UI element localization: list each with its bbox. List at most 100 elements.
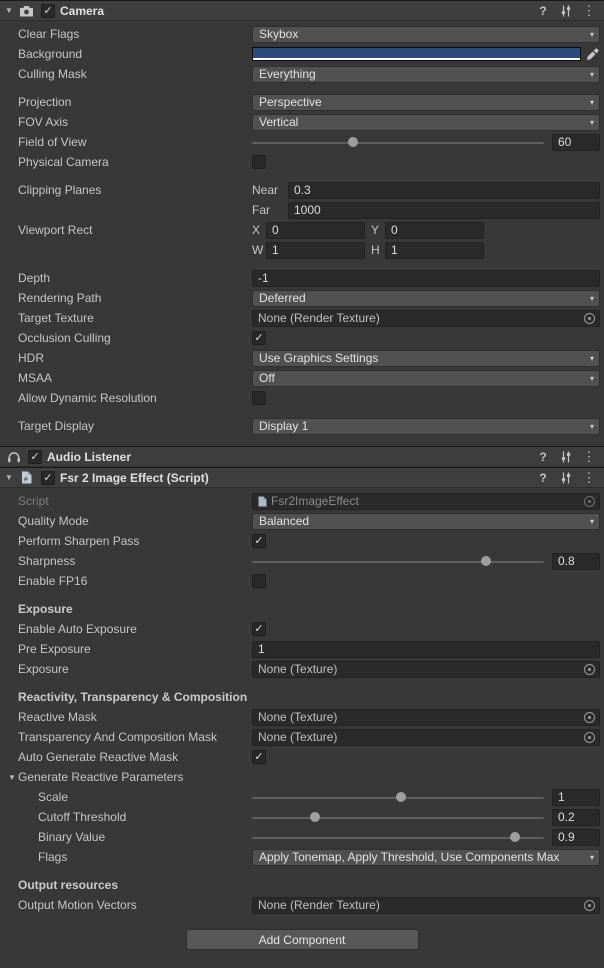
- slider-handle[interactable]: [510, 832, 520, 842]
- chevron-down-icon: ▾: [586, 853, 594, 862]
- enable-auto-exposure-checkbox[interactable]: ✓: [252, 622, 266, 636]
- quality-mode-dropdown[interactable]: Balanced ▾: [252, 513, 600, 530]
- clear-flags-label: Clear Flags: [18, 27, 252, 41]
- target-display-dropdown[interactable]: Display 1 ▾: [252, 418, 600, 435]
- fov-axis-dropdown[interactable]: Vertical ▾: [252, 114, 600, 131]
- add-component-button[interactable]: Add Component: [186, 929, 419, 950]
- culling-mask-label: Culling Mask: [18, 67, 252, 81]
- presets-icon[interactable]: [558, 451, 574, 463]
- field-of-view-slider[interactable]: [252, 134, 544, 151]
- help-icon[interactable]: ?: [535, 450, 551, 464]
- spacer: [0, 436, 604, 446]
- foldout-arrow-icon[interactable]: ▼: [5, 473, 18, 482]
- pre-exposure-field[interactable]: 1: [252, 641, 600, 658]
- sharpness-slider[interactable]: [252, 553, 544, 570]
- slider-track: [252, 837, 544, 839]
- exposure-row: Exposure None (Texture): [0, 659, 604, 679]
- audio-listener-component-header[interactable]: ✓ Audio Listener ? ⋮: [0, 446, 604, 467]
- enable-fp16-row: Enable FP16: [0, 571, 604, 591]
- background-color-swatch[interactable]: [252, 47, 581, 61]
- viewport-y-field[interactable]: 0: [385, 222, 484, 239]
- script-object-field[interactable]: Fsr2ImageEffect: [252, 493, 600, 510]
- slider-handle[interactable]: [396, 792, 406, 802]
- clear-flags-dropdown[interactable]: Skybox ▾: [252, 26, 600, 43]
- help-icon[interactable]: ?: [535, 471, 551, 485]
- kebab-menu-icon[interactable]: ⋮: [581, 3, 597, 19]
- camera-component-header[interactable]: ▼ ✓ Camera ? ⋮: [0, 0, 604, 21]
- output-motion-vectors-object-field[interactable]: None (Render Texture): [252, 897, 600, 914]
- slider-handle[interactable]: [310, 812, 320, 822]
- enable-fp16-checkbox[interactable]: [252, 574, 266, 588]
- msaa-dropdown[interactable]: Off ▾: [252, 370, 600, 387]
- field-of-view-value-field[interactable]: 60: [552, 134, 600, 151]
- eyedropper-icon[interactable]: [584, 47, 600, 61]
- generate-reactive-parameters-row: ▼ Generate Reactive Parameters: [0, 767, 604, 787]
- cutoff-threshold-row: Cutoff Threshold 0.2: [0, 807, 604, 827]
- object-picker-icon[interactable]: [584, 496, 595, 507]
- dropdown-value: Vertical: [259, 115, 298, 129]
- binary-value-value-field[interactable]: 0.9: [552, 829, 600, 846]
- scale-value-field[interactable]: 1: [552, 789, 600, 806]
- perform-sharpen-pass-label: Perform Sharpen Pass: [18, 534, 252, 548]
- object-picker-icon[interactable]: [584, 732, 595, 743]
- culling-mask-row: Culling Mask Everything ▾: [0, 64, 604, 84]
- object-picker-icon[interactable]: [584, 313, 595, 324]
- object-picker-icon[interactable]: [584, 664, 595, 675]
- output-section-header: Output resources: [18, 878, 252, 892]
- cutoff-threshold-value-field[interactable]: 0.2: [552, 809, 600, 826]
- foldout-arrow-icon[interactable]: ▼: [8, 773, 18, 782]
- object-picker-icon[interactable]: [584, 712, 595, 723]
- cutoff-threshold-slider[interactable]: [252, 809, 544, 826]
- allow-dynamic-resolution-label: Allow Dynamic Resolution: [18, 391, 252, 405]
- projection-dropdown[interactable]: Perspective ▾: [252, 94, 600, 111]
- viewport-rect-xy-row: Viewport Rect X 0 Y 0: [0, 220, 604, 240]
- allow-dynamic-resolution-checkbox[interactable]: [252, 391, 266, 405]
- kebab-menu-icon[interactable]: ⋮: [581, 470, 597, 486]
- near-field[interactable]: 0.3: [288, 182, 600, 199]
- depth-field[interactable]: -1: [252, 270, 600, 287]
- sharpness-value-field[interactable]: 0.8: [552, 553, 600, 570]
- hdr-dropdown[interactable]: Use Graphics Settings ▾: [252, 350, 600, 367]
- auto-generate-reactive-mask-label: Auto Generate Reactive Mask: [18, 750, 252, 764]
- binary-value-slider[interactable]: [252, 829, 544, 846]
- object-field-value: None (Texture): [258, 662, 337, 676]
- flags-dropdown[interactable]: Apply Tonemap, Apply Threshold, Use Comp…: [252, 849, 600, 866]
- slider-handle[interactable]: [481, 556, 491, 566]
- spacer: [0, 172, 604, 180]
- scale-slider[interactable]: [252, 789, 544, 806]
- presets-icon[interactable]: [558, 5, 574, 17]
- field-value: 0: [272, 223, 279, 237]
- camera-enabled-checkbox[interactable]: ✓: [41, 4, 55, 18]
- allow-dynamic-resolution-row: Allow Dynamic Resolution: [0, 388, 604, 408]
- culling-mask-dropdown[interactable]: Everything ▾: [252, 66, 600, 83]
- dropdown-value: Everything: [259, 67, 316, 81]
- reactive-mask-object-field[interactable]: None (Texture): [252, 709, 600, 726]
- help-icon[interactable]: ?: [535, 4, 551, 18]
- exposure-object-field[interactable]: None (Texture): [252, 661, 600, 678]
- transparency-mask-object-field[interactable]: None (Texture): [252, 729, 600, 746]
- presets-icon[interactable]: [558, 472, 574, 484]
- target-texture-object-field[interactable]: None (Render Texture): [252, 310, 600, 327]
- target-display-row: Target Display Display 1 ▾: [0, 416, 604, 436]
- flags-label: Flags: [38, 850, 252, 864]
- script-icon: #: [18, 471, 35, 485]
- viewport-x-field[interactable]: 0: [266, 222, 365, 239]
- far-field[interactable]: 1000: [288, 202, 600, 219]
- viewport-w-field[interactable]: 1: [266, 242, 365, 259]
- fsr2-enabled-checkbox[interactable]: ✓: [41, 471, 55, 485]
- occlusion-culling-checkbox[interactable]: ✓: [252, 331, 266, 345]
- perform-sharpen-pass-checkbox[interactable]: ✓: [252, 534, 266, 548]
- physical-camera-checkbox[interactable]: [252, 155, 266, 169]
- viewport-h-field[interactable]: 1: [385, 242, 484, 259]
- fsr2-component-header[interactable]: ▼ # ✓ Fsr 2 Image Effect (Script) ? ⋮: [0, 467, 604, 488]
- exposure-section-header: Exposure: [18, 602, 252, 616]
- rendering-path-dropdown[interactable]: Deferred ▾: [252, 290, 600, 307]
- object-picker-icon[interactable]: [584, 900, 595, 911]
- slider-handle[interactable]: [348, 137, 358, 147]
- foldout-arrow-icon[interactable]: ▼: [5, 6, 18, 15]
- projection-row: Projection Perspective ▾: [0, 92, 604, 112]
- audio-listener-enabled-checkbox[interactable]: ✓: [28, 450, 42, 464]
- kebab-menu-icon[interactable]: ⋮: [581, 449, 597, 465]
- field-value: 0.3: [294, 183, 311, 197]
- auto-generate-reactive-mask-checkbox[interactable]: ✓: [252, 750, 266, 764]
